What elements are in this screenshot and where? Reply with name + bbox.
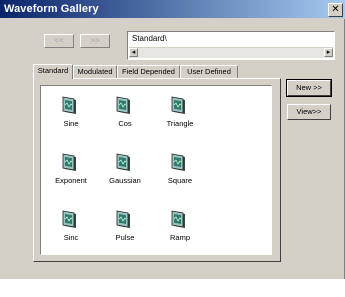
waveform-icon bbox=[170, 210, 190, 230]
waveform-icon bbox=[170, 96, 190, 116]
item-label: Ramp bbox=[169, 233, 190, 242]
title-bar: Waveform Gallery ✕ bbox=[0, 0, 345, 19]
waveform-item-ramp[interactable]: Ramp bbox=[155, 210, 205, 242]
item-label: Gaussian bbox=[109, 176, 141, 185]
scroll-left-button[interactable]: ◂ bbox=[129, 48, 138, 57]
waveform-icon bbox=[170, 153, 190, 173]
waveform-item-square[interactable]: Square bbox=[155, 153, 205, 185]
path-text: Standard\ bbox=[132, 34, 167, 43]
waveform-item-exponent[interactable]: Exponent bbox=[46, 153, 96, 185]
item-label: Exponent bbox=[55, 176, 87, 185]
window-title: Waveform Gallery bbox=[4, 3, 99, 15]
waveform-gallery-window: Waveform Gallery ✕ << >> Standard\ ◂ ▸ S… bbox=[0, 0, 345, 279]
item-label: Square bbox=[167, 176, 193, 185]
tab-field-depended[interactable]: Field Depended bbox=[117, 65, 180, 78]
item-label: Pulse bbox=[115, 233, 135, 242]
waveform-icon bbox=[61, 210, 81, 230]
back-button[interactable]: << bbox=[44, 34, 74, 48]
waveform-item-gaussian[interactable]: Gaussian bbox=[100, 153, 150, 185]
tab-standard[interactable]: Standard bbox=[33, 64, 73, 79]
item-label: Sinc bbox=[63, 233, 79, 242]
close-button[interactable]: ✕ bbox=[328, 3, 343, 17]
forward-button[interactable]: >> bbox=[80, 34, 110, 48]
new-button[interactable]: New >> bbox=[286, 79, 332, 97]
tab-user-defined[interactable]: User Defined bbox=[180, 65, 238, 78]
waveform-item-triangle[interactable]: Triangle bbox=[155, 96, 205, 128]
path-field[interactable]: Standard\ ◂ ▸ bbox=[127, 31, 335, 60]
waveform-item-cos[interactable]: Cos bbox=[100, 96, 150, 128]
waveform-item-sinc[interactable]: Sinc bbox=[46, 210, 96, 242]
item-label: Cos bbox=[118, 119, 132, 128]
waveform-icon bbox=[115, 153, 135, 173]
waveform-item-pulse[interactable]: Pulse bbox=[100, 210, 150, 242]
waveform-icon bbox=[61, 96, 81, 116]
tab-modulated[interactable]: Modulated bbox=[73, 65, 117, 78]
arrow-right-icon: ▸ bbox=[326, 49, 331, 56]
arrow-left-icon: ◂ bbox=[131, 49, 136, 56]
scroll-right-button[interactable]: ▸ bbox=[324, 48, 333, 57]
close-icon: ✕ bbox=[331, 4, 340, 15]
item-label: Triangle bbox=[166, 119, 194, 128]
waveform-icon bbox=[61, 153, 81, 173]
waveform-icon bbox=[115, 210, 135, 230]
view-button[interactable]: View>> bbox=[287, 104, 331, 120]
waveform-list: Sine Cos Triangle Exponent Gaussian Squa… bbox=[40, 85, 272, 255]
waveform-icon bbox=[115, 96, 135, 116]
waveform-item-sine[interactable]: Sine bbox=[46, 96, 96, 128]
path-scrollbar[interactable]: ◂ ▸ bbox=[129, 47, 333, 58]
item-label: Sine bbox=[63, 119, 79, 128]
